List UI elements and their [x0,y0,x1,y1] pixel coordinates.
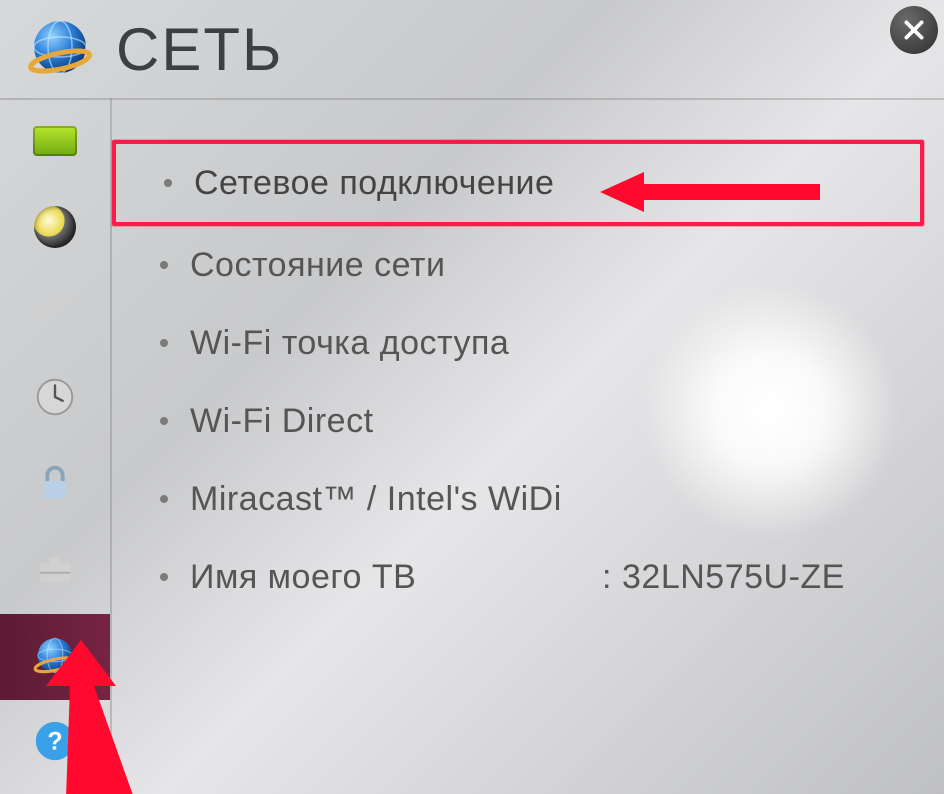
sidebar-item-support[interactable]: ? [0,700,110,786]
network-globe-icon [30,632,80,682]
menu-item-miracast[interactable]: Miracast™ / Intel's WiDi [112,460,924,538]
menu-label: Miracast™ / Intel's WiDi [190,480,562,519]
lock-icon [32,460,78,511]
sidebar: ? [0,98,112,794]
menu-item-wifi-ap[interactable]: Wi-Fi точка доступа [112,304,924,382]
page-title: СЕТЬ [116,15,283,84]
sidebar-item-lock[interactable] [0,442,110,528]
menu-item-network-status[interactable]: Состояние сети [112,226,924,304]
bullet-icon [160,339,168,347]
sidebar-item-sound[interactable] [0,184,110,270]
network-globe-icon [28,17,92,81]
svg-text:?: ? [47,727,62,755]
bullet-icon [160,573,168,581]
question-icon: ? [32,718,78,769]
bullet-icon [160,417,168,425]
briefcase-icon [32,546,78,597]
screen-icon [33,126,77,156]
sidebar-item-network[interactable] [0,614,110,700]
bullet-icon [160,495,168,503]
close-button[interactable] [890,6,938,54]
satellite-dish-icon [32,288,78,339]
sidebar-item-time[interactable] [0,356,110,442]
menu-label: Сетевое подключение [194,164,554,203]
sidebar-item-option[interactable] [0,528,110,614]
close-icon [901,17,927,43]
bullet-icon [164,179,172,187]
speaker-icon [34,206,76,248]
menu-value: 32LN575U-ZE [622,558,845,597]
menu-content: Сетевое подключение Состояние сети Wi-Fi… [112,140,924,794]
menu-label: Wi-Fi Direct [190,402,374,441]
separator: : [602,558,612,597]
settings-screen: СЕТЬ [0,0,944,794]
clock-icon [32,374,78,425]
sidebar-item-channel[interactable] [0,270,110,356]
menu-item-tv-name[interactable]: Имя моего ТВ : 32LN575U-ZE [112,538,924,616]
sidebar-item-picture[interactable] [0,98,110,184]
menu-item-network-connection[interactable]: Сетевое подключение [112,140,924,226]
menu-label: Имя моего ТВ [190,558,416,597]
menu-label: Состояние сети [190,246,445,285]
bullet-icon [160,261,168,269]
menu-label: Wi-Fi точка доступа [190,324,509,363]
header: СЕТЬ [0,0,944,100]
menu-item-wifi-direct[interactable]: Wi-Fi Direct [112,382,924,460]
